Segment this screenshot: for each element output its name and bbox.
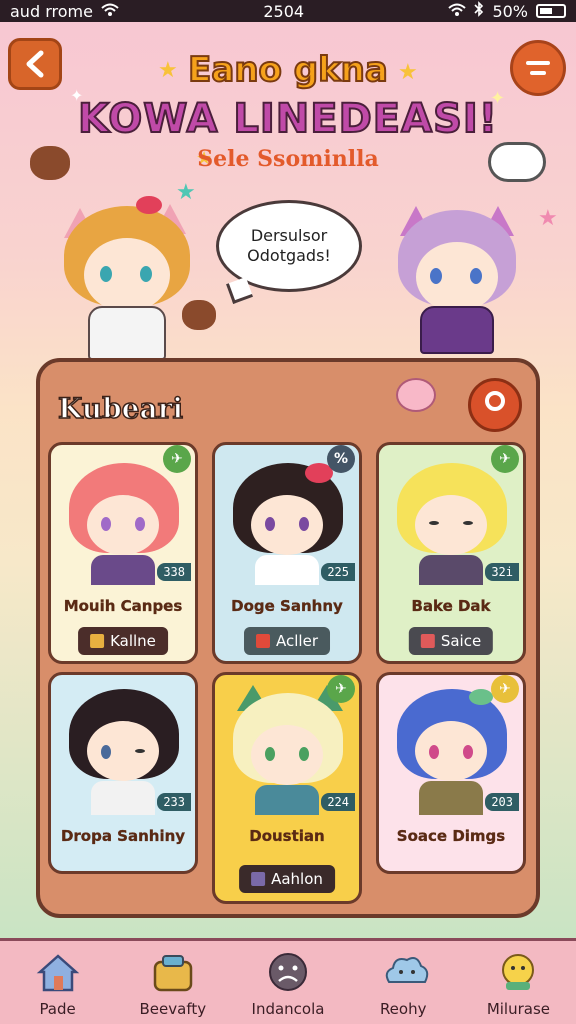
profile-button[interactable] bbox=[468, 378, 522, 432]
wifi-icon bbox=[101, 2, 119, 21]
cookie-creature-icon bbox=[30, 146, 70, 180]
battery-icon bbox=[536, 4, 566, 18]
character-card[interactable]: 233 Dropa Sanhiny bbox=[48, 672, 198, 874]
wifi-icon bbox=[448, 2, 467, 21]
cloud-creature-icon bbox=[381, 952, 429, 992]
cat-mascot-icon bbox=[496, 952, 540, 992]
card-name: Doustian bbox=[249, 827, 325, 845]
pink-mascot-icon bbox=[396, 378, 436, 412]
card-number: 233 bbox=[157, 793, 191, 811]
speech-line: Odotgads! bbox=[247, 246, 331, 265]
card-name: Soace Dimgs bbox=[396, 827, 506, 845]
bluetooth-icon bbox=[474, 1, 484, 21]
favorite-badge-icon: ✈ bbox=[491, 445, 519, 473]
speech-bubble: Dersulsor Odotgads! bbox=[216, 200, 362, 292]
clock: 2504 bbox=[263, 1, 305, 21]
tag-icon bbox=[256, 634, 271, 648]
nav-label: Pade bbox=[39, 1000, 76, 1018]
sad-face-icon bbox=[266, 952, 310, 992]
cloud-icon bbox=[488, 142, 546, 182]
card-tag-button[interactable]: Saice bbox=[408, 627, 494, 655]
favorite-badge-icon: ✈ bbox=[491, 675, 519, 703]
nav-item-pade[interactable]: Pade bbox=[0, 941, 115, 1024]
speech-line: Dersulsor bbox=[250, 226, 328, 245]
status-bar: aud rrome 2504 50% bbox=[0, 0, 576, 22]
card-tag-label: Aahlon bbox=[271, 870, 323, 888]
star-icon: ★ bbox=[538, 206, 558, 231]
card-name: Bake Dak bbox=[411, 597, 491, 615]
nav-label: Milurase bbox=[486, 1000, 550, 1018]
nav-label: Beevafty bbox=[139, 1000, 207, 1018]
card-number: 32i bbox=[485, 563, 519, 581]
bag-icon bbox=[151, 952, 195, 992]
card-tag-button[interactable]: Kallne bbox=[78, 627, 168, 655]
nav-item-reohy[interactable]: Reohy bbox=[346, 941, 461, 1024]
favorite-badge-icon: ✈ bbox=[163, 445, 191, 473]
card-name: Doge Sanhny bbox=[231, 597, 343, 615]
card-tag-label: Acller bbox=[276, 632, 318, 650]
card-number: 338 bbox=[157, 563, 191, 581]
battery-percent: 50% bbox=[492, 1, 528, 21]
favorite-badge-icon: ✈ bbox=[327, 675, 355, 703]
card-number: 203 bbox=[485, 793, 519, 811]
card-number: 224 bbox=[321, 793, 355, 811]
title-line-2: KOWA LINEDEASI! bbox=[77, 95, 498, 143]
character-card[interactable]: ✈ 32i Bake Dak Saice bbox=[376, 442, 526, 664]
nav-item-milurase[interactable]: Milurase bbox=[461, 941, 576, 1024]
character-card[interactable]: % 225 Doge Sanhny Acller bbox=[212, 442, 362, 664]
tag-icon bbox=[90, 634, 105, 648]
user-icon bbox=[485, 391, 505, 411]
card-tag-button[interactable]: Acller bbox=[244, 627, 330, 655]
hero-character-left bbox=[56, 190, 196, 360]
nav-item-indancola[interactable]: Indancola bbox=[230, 941, 345, 1024]
tag-icon bbox=[251, 872, 266, 886]
card-tag-label: Saice bbox=[440, 632, 482, 650]
hero-character-right bbox=[392, 196, 522, 360]
nav-label: Indancola bbox=[251, 1000, 325, 1018]
card-tag-button[interactable]: Aahlon bbox=[239, 865, 335, 893]
nav-label: Reohy bbox=[379, 1000, 427, 1018]
house-icon bbox=[36, 952, 80, 992]
character-card[interactable]: ✈ 338 Mouih Canpes Kallne bbox=[48, 442, 198, 664]
card-number: 225 bbox=[321, 563, 355, 581]
card-name: Mouih Canpes bbox=[63, 597, 183, 615]
character-card[interactable]: ✈ 203 Soace Dimgs bbox=[376, 672, 526, 874]
carrier-label: aud rrome bbox=[10, 1, 93, 21]
tag-icon bbox=[420, 634, 435, 648]
percent-badge-icon: % bbox=[327, 445, 355, 473]
nav-item-beevafty[interactable]: Beevafty bbox=[115, 941, 230, 1024]
character-card[interactable]: ✈ 224 Doustian Aahlon bbox=[212, 672, 362, 904]
card-name: Dropa Sanhiny bbox=[60, 827, 186, 845]
panel-title: Kubeari bbox=[57, 391, 184, 426]
card-tag-label: Kallne bbox=[110, 632, 156, 650]
title-line-1: Eano gkna bbox=[187, 49, 389, 91]
bottom-nav: Pade Beevafty Indancola Reohy Milurase bbox=[0, 938, 576, 1024]
